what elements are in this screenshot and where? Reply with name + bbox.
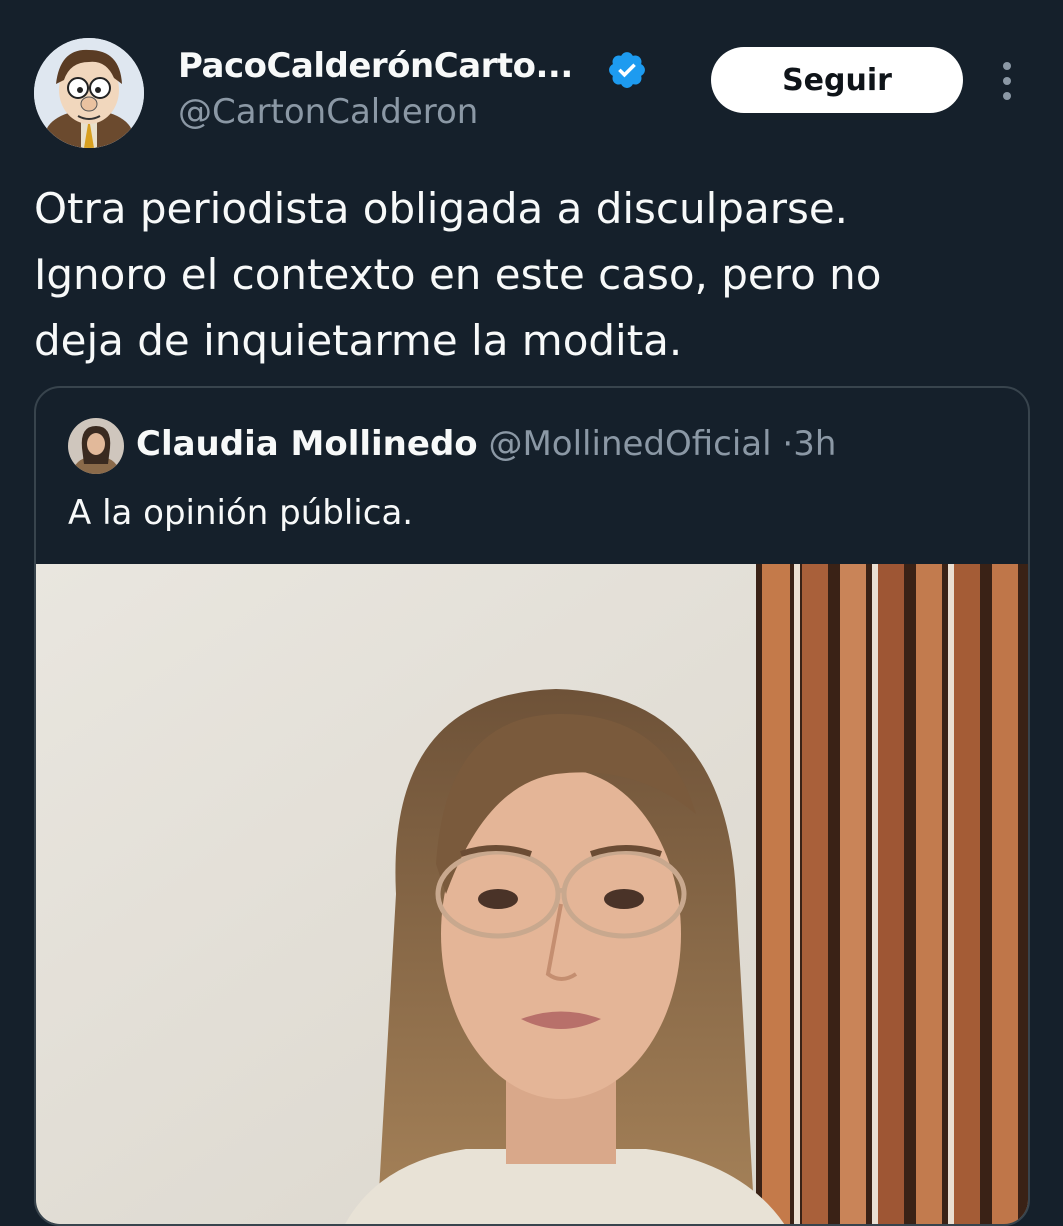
quoted-author-name[interactable]: Claudia Mollinedo — [136, 424, 478, 464]
quoted-tweet-text: A la opinión pública. — [68, 493, 414, 533]
tweet-text-line: Otra periodista obligada a disculparse. — [34, 184, 849, 233]
verified-badge-icon — [609, 52, 645, 88]
author-handle[interactable]: @CartonCalderon — [178, 92, 478, 132]
quoted-tweet-time[interactable]: 3h — [793, 424, 836, 464]
quoted-author-avatar[interactable] — [68, 418, 124, 474]
tweet: PacoCalderónCarto... @CartonCalderon Seg… — [0, 0, 1063, 1226]
follow-button[interactable]: Seguir — [711, 47, 963, 113]
quoted-author-handle[interactable]: @MollinedOficial — [488, 424, 771, 464]
quoted-tweet-header: Claudia Mollinedo @MollinedOficial ·3h — [136, 424, 836, 464]
author-display-name[interactable]: PacoCalderónCarto... — [178, 46, 573, 86]
more-vertical-icon[interactable] — [992, 60, 1022, 102]
meta-separator: · — [782, 424, 794, 464]
tweet-text-line: deja de inquietarme la modita. — [34, 316, 683, 365]
tweet-text-line: Ignoro el contexto en este caso, pero no — [34, 250, 882, 299]
author-avatar[interactable] — [34, 38, 144, 148]
tweet-text: Otra periodista obligada a disculparse. … — [34, 176, 1024, 374]
quoted-tweet-video[interactable] — [36, 564, 1028, 1224]
quoted-tweet-card[interactable]: Claudia Mollinedo @MollinedOficial ·3h A… — [34, 386, 1030, 1226]
